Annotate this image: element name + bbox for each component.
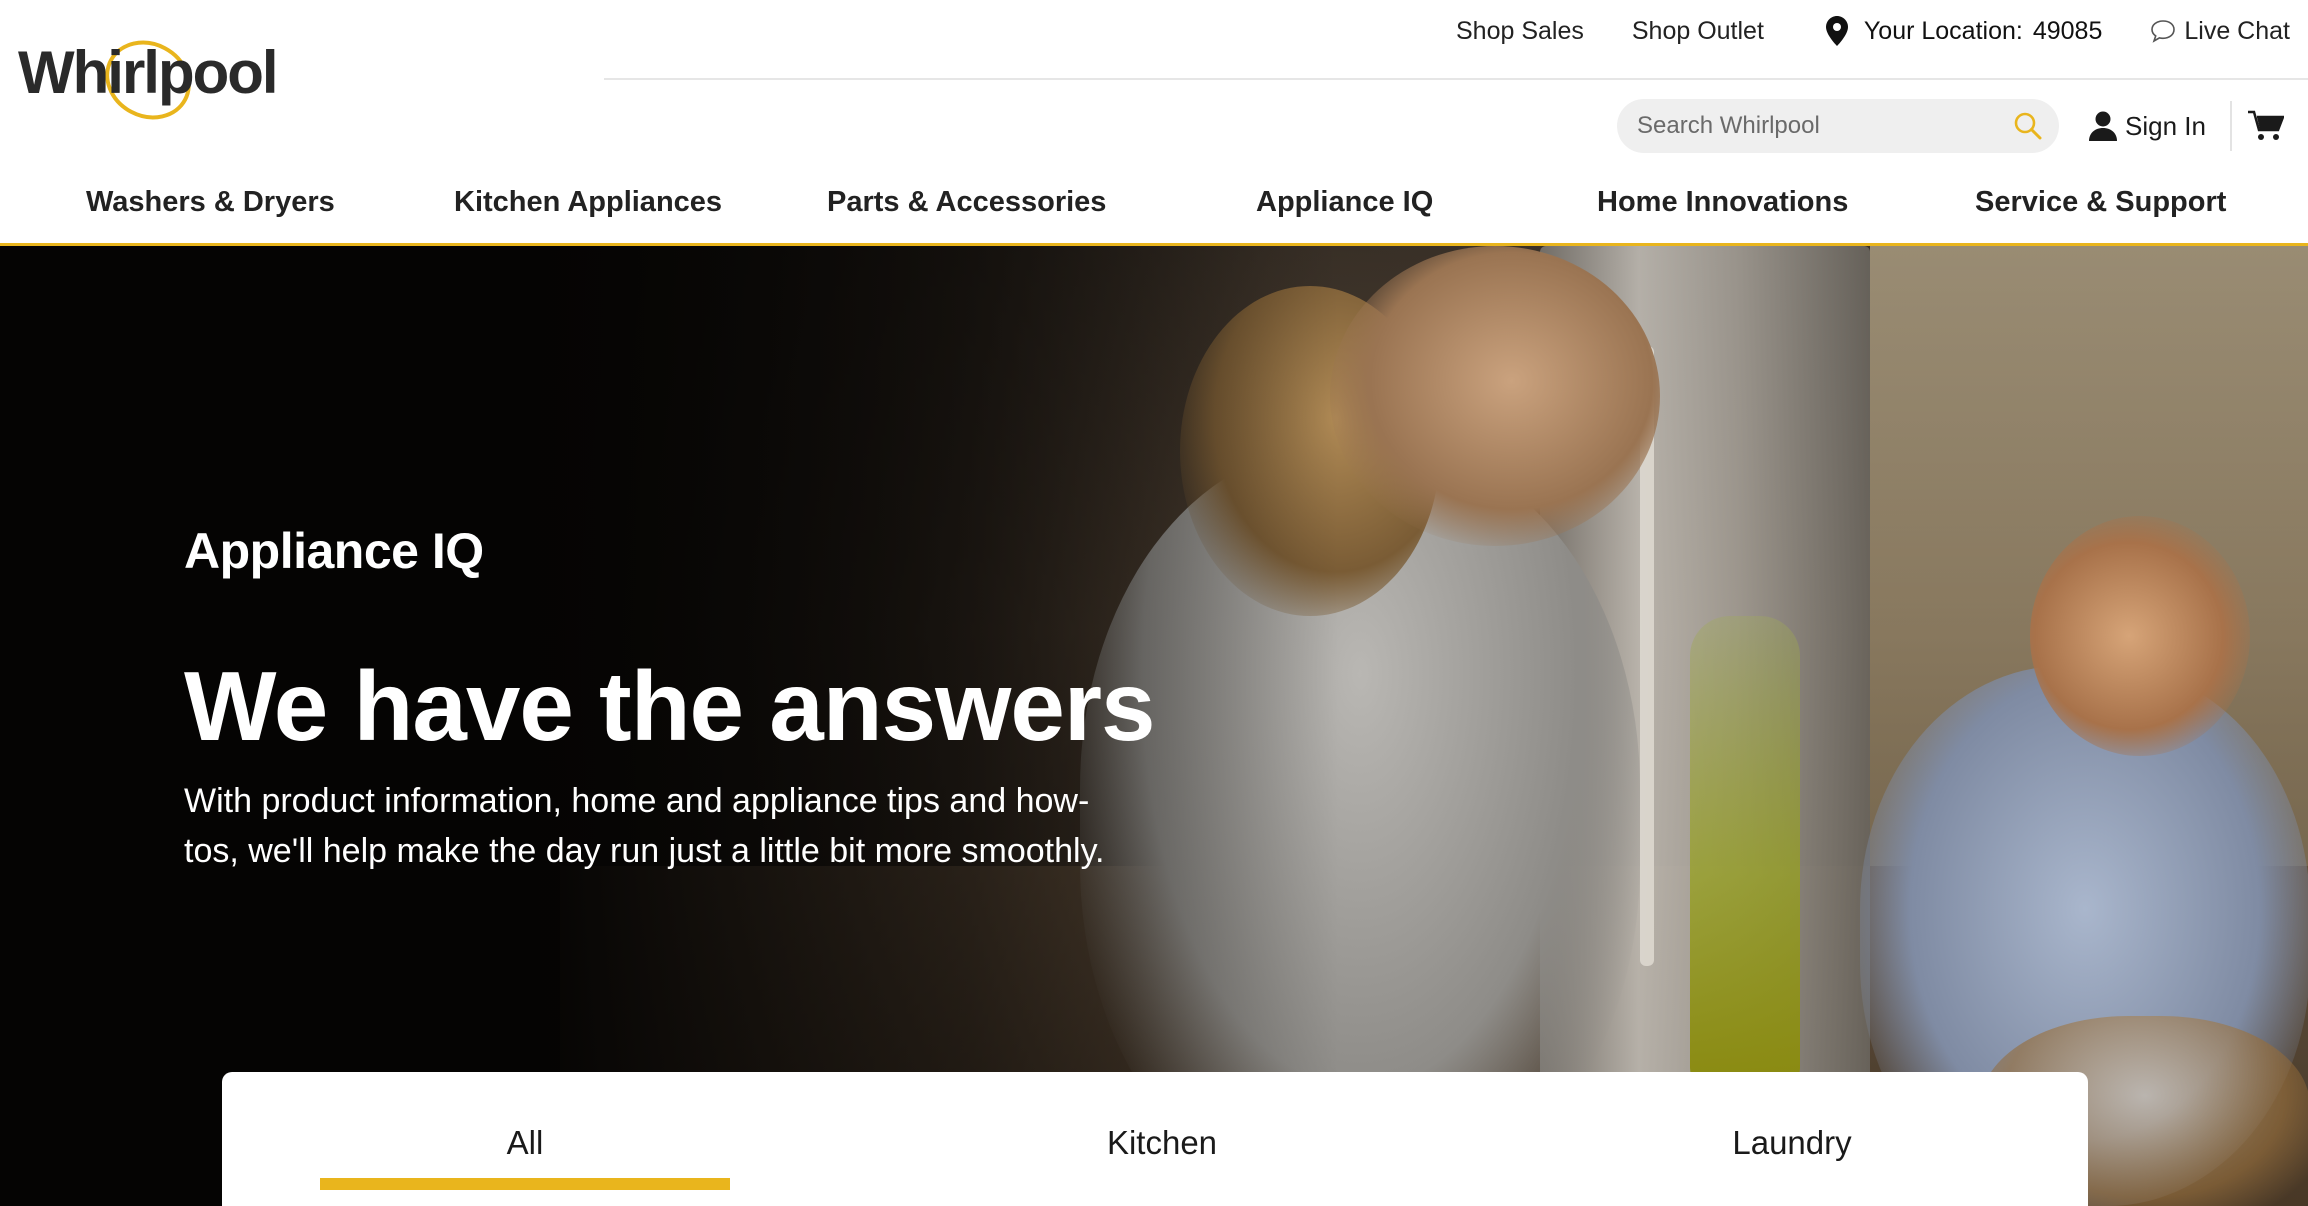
- nav-service-support[interactable]: Service & Support: [1975, 186, 2226, 219]
- utility-divider: [604, 78, 2308, 80]
- tab-laundry[interactable]: Laundry: [1642, 1124, 1942, 1162]
- live-chat-label: Live Chat: [2184, 16, 2290, 45]
- shop-sales-link[interactable]: Shop Sales: [1456, 17, 1584, 46]
- whirlpool-logo[interactable]: Whirlpool: [18, 28, 279, 124]
- hero-title: We have the answers: [184, 651, 1156, 761]
- category-tabs: All Kitchen Laundry: [222, 1072, 2088, 1206]
- location-selector[interactable]: Your Location: 49085: [1825, 16, 2103, 46]
- location-zip: 49085: [2032, 16, 2103, 45]
- sign-in-label: Sign In: [2125, 110, 2206, 141]
- nav-parts-accessories[interactable]: Parts & Accessories: [827, 186, 1106, 219]
- location-label: Your Location:: [1863, 16, 2023, 45]
- search-account-row: Sign In: [1617, 98, 2308, 154]
- search-icon[interactable]: [2013, 111, 2043, 141]
- tab-kitchen[interactable]: Kitchen: [1012, 1124, 1312, 1162]
- utility-bar: Shop Sales Shop Outlet Your Location: 49…: [600, 0, 2308, 62]
- main-navigation: Washers & Dryers Kitchen Appliances Part…: [0, 186, 2308, 232]
- search-bar[interactable]: [1617, 99, 2060, 153]
- chat-bubble-icon: [2151, 20, 2176, 43]
- nav-appliance-iq[interactable]: Appliance IQ: [1256, 186, 1433, 219]
- hero-subtitle: With product information, home and appli…: [184, 782, 1105, 870]
- nav-kitchen-appliances[interactable]: Kitchen Appliances: [454, 186, 722, 219]
- sign-in-button[interactable]: Sign In: [2089, 111, 2206, 142]
- location-pin-icon: [1825, 16, 1848, 46]
- hero-banner: Appliance IQ We have the answers With pr…: [0, 246, 2308, 1206]
- live-chat-link[interactable]: Live Chat: [2150, 17, 2290, 46]
- cart-icon: [2248, 110, 2284, 140]
- user-icon: [2089, 111, 2118, 141]
- search-input[interactable]: [1637, 112, 2014, 140]
- nav-home-innovations[interactable]: Home Innovations: [1597, 186, 1848, 219]
- logo-wordmark: Whirlpool: [18, 39, 279, 106]
- shop-outlet-link[interactable]: Shop Outlet: [1632, 17, 1764, 46]
- tab-all[interactable]: All: [320, 1124, 730, 1162]
- cart-button[interactable]: [2248, 110, 2284, 142]
- account-divider: [2230, 101, 2232, 151]
- nav-washers-dryers[interactable]: Washers & Dryers: [86, 186, 335, 219]
- active-tab-indicator: [320, 1178, 730, 1190]
- site-header: Whirlpool Shop Sales Shop Outlet Your Lo…: [0, 0, 2308, 246]
- hero-eyebrow: Appliance IQ: [184, 523, 484, 579]
